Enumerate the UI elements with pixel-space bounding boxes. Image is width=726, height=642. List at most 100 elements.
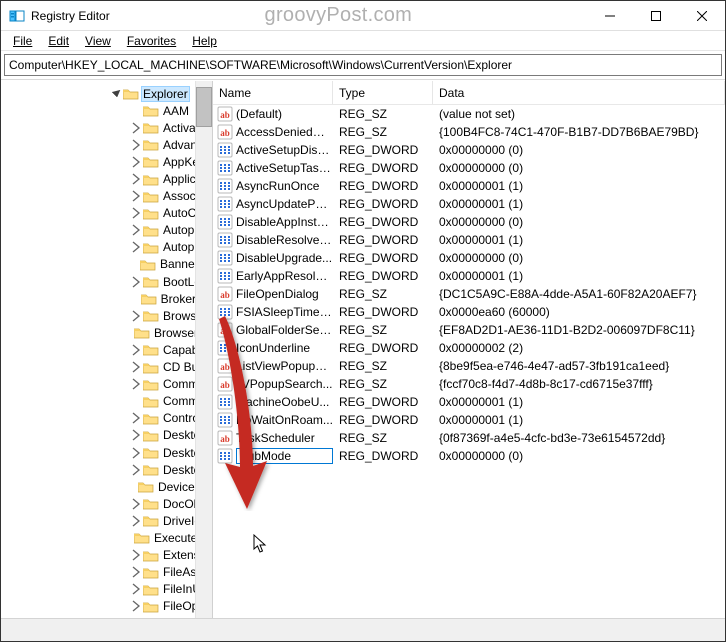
value-row[interactable]: MachineOobeU...REG_DWORD0x00000001 (1) (213, 393, 725, 411)
expand-icon[interactable] (129, 240, 143, 254)
tree-node[interactable]: FileAssoc (3, 564, 212, 581)
tree-node[interactable]: AppKey (3, 153, 212, 170)
expand-icon[interactable] (129, 411, 143, 425)
tree-node[interactable]: AutoCom (3, 205, 212, 222)
expand-icon[interactable] (129, 172, 143, 186)
expand-icon[interactable] (129, 121, 143, 135)
expand-icon[interactable] (129, 377, 143, 391)
tree-node[interactable]: AAM (3, 102, 212, 119)
tree-node[interactable]: Explorer (3, 85, 212, 102)
expand-icon[interactable] (129, 548, 143, 562)
expand-icon[interactable] (129, 138, 143, 152)
value-row[interactable]: TaskSchedulerREG_SZ{0f87369f-a4e5-4cfc-b… (213, 429, 725, 447)
tree-node[interactable]: Advance (3, 136, 212, 153)
value-list[interactable]: Name Type Data (Default)REG_SZ(value not… (213, 81, 725, 618)
maximize-button[interactable] (633, 1, 679, 30)
tree-node[interactable]: Commor (3, 393, 212, 410)
expand-icon[interactable] (129, 155, 143, 169)
tree-node[interactable]: Desktop (3, 427, 212, 444)
value-row[interactable]: NoWaitOnRoam...REG_DWORD0x00000001 (1) (213, 411, 725, 429)
tree-node[interactable]: Comman (3, 376, 212, 393)
tree-node[interactable]: BootLoca (3, 273, 212, 290)
tree-node[interactable]: BrokerEx (3, 290, 212, 307)
col-data[interactable]: Data (433, 81, 725, 104)
menu-view[interactable]: View (77, 32, 119, 50)
expand-icon[interactable] (129, 360, 143, 374)
tree-node[interactable]: Browser H (3, 324, 212, 341)
expand-icon[interactable] (129, 514, 143, 528)
value-row[interactable]: FSIASleepTimeIn...REG_DWORD0x0000ea60 (6… (213, 303, 725, 321)
tree-node[interactable]: BannerSt (3, 256, 212, 273)
expand-icon[interactable] (129, 206, 143, 220)
value-row[interactable]: ActiveSetupTask...REG_DWORD0x00000000 (0… (213, 159, 725, 177)
value-row[interactable]: AccessDeniedDi...REG_SZ{100B4FC8-74C1-47… (213, 123, 725, 141)
tree-node[interactable]: Applicati (3, 170, 212, 187)
value-row[interactable]: (Default)REG_SZ(value not set) (213, 105, 725, 123)
menu-file[interactable]: File (5, 32, 40, 50)
value-row[interactable]: FileOpenDialogREG_SZ{DC1C5A9C-E88A-4dde-… (213, 285, 725, 303)
value-row[interactable]: EarlyAppResolve...REG_DWORD0x00000001 (1… (213, 267, 725, 285)
value-row[interactable]: HubModeREG_DWORD0x00000000 (0) (213, 447, 725, 465)
menu-edit[interactable]: Edit (40, 32, 77, 50)
value-row[interactable]: GlobalFolderSett...REG_SZ{EF8AD2D1-AE36-… (213, 321, 725, 339)
expand-icon[interactable] (129, 497, 143, 511)
value-type: REG_SZ (333, 323, 433, 337)
value-name-edit[interactable]: HubMode (236, 448, 333, 464)
expand-icon[interactable] (129, 223, 143, 237)
tree-node[interactable]: BrowseN (3, 307, 212, 324)
expand-icon[interactable] (129, 428, 143, 442)
expand-icon[interactable] (129, 343, 143, 357)
tree-node[interactable]: ExecuteTy (3, 529, 212, 546)
tree-node[interactable]: Capabilit (3, 341, 212, 358)
minimize-button[interactable] (587, 1, 633, 30)
address-bar[interactable]: Computer\HKEY_LOCAL_MACHINE\SOFTWARE\Mic… (4, 54, 722, 76)
tree-node[interactable]: FileInUse (3, 581, 212, 598)
value-row[interactable]: AsyncUpdatePC...REG_DWORD0x00000001 (1) (213, 195, 725, 213)
value-row[interactable]: ActiveSetupDisa...REG_DWORD0x00000000 (0… (213, 141, 725, 159)
tree-scrollbar[interactable] (195, 81, 212, 618)
tree-node[interactable]: Extension (3, 547, 212, 564)
value-row[interactable]: DisableAppInsta...REG_DWORD0x00000000 (0… (213, 213, 725, 231)
tree-node[interactable]: Autoplay (3, 239, 212, 256)
value-row[interactable]: DisableUpgrade...REG_DWORD0x00000000 (0) (213, 249, 725, 267)
menu-help[interactable]: Help (184, 32, 225, 50)
dword-value-icon (217, 232, 233, 248)
string-value-icon (217, 376, 233, 392)
tree-node[interactable]: Autoplay (3, 222, 212, 239)
close-button[interactable] (679, 1, 725, 30)
menu-favorites[interactable]: Favorites (119, 32, 184, 50)
expand-icon[interactable] (129, 463, 143, 477)
expand-icon[interactable] (129, 189, 143, 203)
expand-icon[interactable] (129, 446, 143, 460)
value-row[interactable]: LVPopupSearch...REG_SZ{fccf70c8-f4d7-4d8… (213, 375, 725, 393)
expand-icon[interactable] (129, 582, 143, 596)
value-row[interactable]: ListViewPopupC...REG_SZ{8be9f5ea-e746-4e… (213, 357, 725, 375)
tree-node[interactable]: DocObjec (3, 495, 212, 512)
tree-node[interactable]: FileOpera (3, 598, 212, 615)
folder-icon (143, 121, 159, 134)
value-row[interactable]: AsyncRunOnceREG_DWORD0x00000001 (1) (213, 177, 725, 195)
tree-node[interactable]: CD Burni (3, 359, 212, 376)
value-row[interactable]: DisableResolveS...REG_DWORD0x00000001 (1… (213, 231, 725, 249)
tree-node[interactable]: ActivateT (3, 119, 212, 136)
expand-icon[interactable] (129, 565, 143, 579)
folder-icon (143, 361, 159, 374)
folder-icon (143, 583, 159, 596)
expand-icon[interactable] (129, 599, 143, 613)
col-name[interactable]: Name (213, 81, 333, 104)
value-row[interactable]: IconUnderlineREG_DWORD0x00000002 (2) (213, 339, 725, 357)
expand-icon[interactable] (129, 275, 143, 289)
tree-scroll-thumb[interactable] (196, 87, 212, 127)
folder-icon (143, 155, 159, 168)
value-name: EarlyAppResolve... (236, 269, 333, 283)
col-type[interactable]: Type (333, 81, 433, 104)
expand-icon[interactable] (129, 309, 143, 323)
tree-node[interactable]: DeviceUp (3, 478, 212, 495)
tree-node[interactable]: DriveIcor (3, 512, 212, 529)
tree-node[interactable]: Associati (3, 188, 212, 205)
key-tree[interactable]: ExplorerAAMActivateTAdvanceAppKeyApplica… (1, 81, 213, 618)
collapse-icon[interactable] (109, 87, 123, 101)
tree-node[interactable]: Desktop( (3, 461, 212, 478)
tree-node[interactable]: ControlP (3, 410, 212, 427)
tree-node[interactable]: DesktopI (3, 444, 212, 461)
